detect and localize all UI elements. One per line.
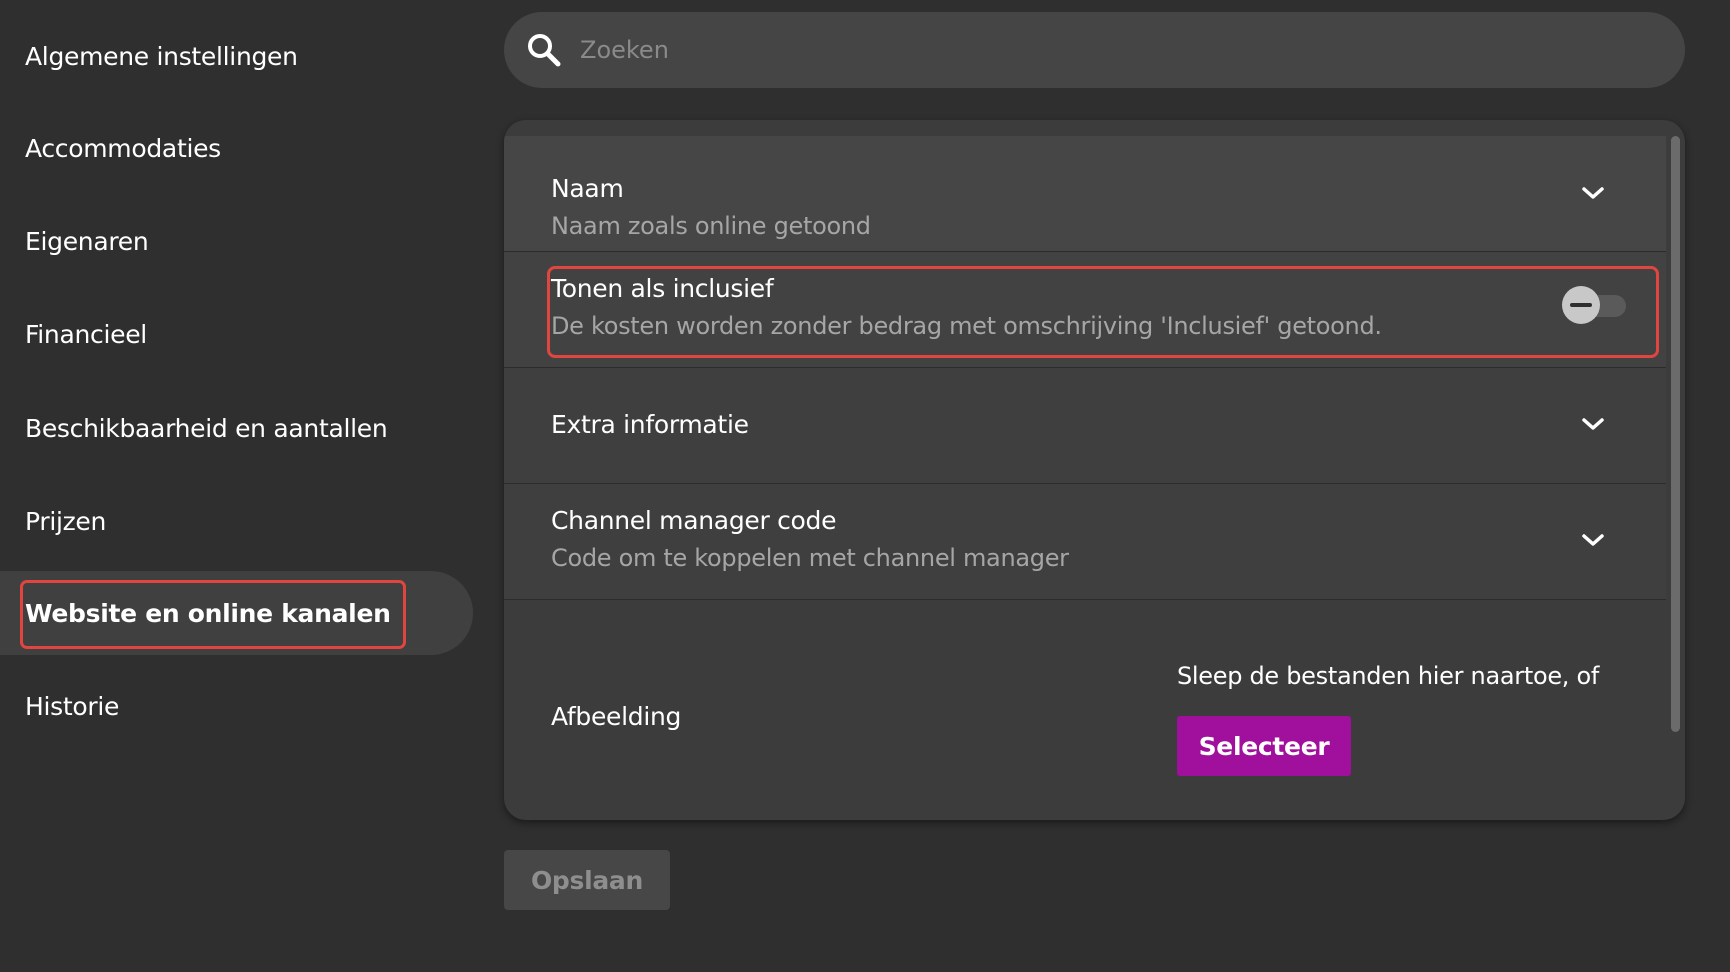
chevron-down-icon[interactable] bbox=[1578, 178, 1608, 208]
setting-row-extra-informatie[interactable]: Extra informatie bbox=[504, 368, 1666, 484]
sidebar-item-prijzen[interactable]: Prijzen bbox=[0, 479, 473, 563]
inclusive-toggle[interactable] bbox=[1562, 286, 1626, 324]
chevron-down-icon[interactable] bbox=[1578, 525, 1608, 555]
sidebar-item-historie[interactable]: Historie bbox=[0, 664, 473, 748]
search-input[interactable] bbox=[580, 20, 1685, 80]
row-subtitle: Naam zoals online getoond bbox=[551, 212, 871, 240]
sidebar-item-financieel[interactable]: Financieel bbox=[0, 292, 473, 376]
row-title: Extra informatie bbox=[551, 410, 749, 439]
sidebar-item-beschikbaarheid[interactable]: Beschikbaarheid en aantallen bbox=[0, 386, 473, 470]
scrollbar[interactable] bbox=[1671, 136, 1680, 732]
setting-row-afbeelding: Afbeelding Sleep de bestanden hier naart… bbox=[504, 600, 1666, 820]
app-root: Algemene instellingen Accommodaties Eige… bbox=[0, 0, 1730, 972]
sidebar-item-label: Financieel bbox=[25, 319, 147, 349]
row-subtitle: De kosten worden zonder bedrag met omsch… bbox=[551, 312, 1382, 340]
sidebar-item-eigenaren[interactable]: Eigenaren bbox=[0, 199, 473, 283]
sidebar-item-algemene-instellingen[interactable]: Algemene instellingen bbox=[0, 14, 473, 98]
sidebar-item-label: Prijzen bbox=[25, 506, 107, 536]
search-bar bbox=[504, 12, 1685, 88]
setting-row-naam[interactable]: Naam Naam zoals online getoond bbox=[504, 136, 1666, 252]
sidebar-item-website-en-online-kanalen[interactable]: Website en online kanalen bbox=[0, 571, 473, 655]
upload-hint: Sleep de bestanden hier naartoe, of bbox=[1177, 662, 1599, 690]
save-button[interactable]: Opslaan bbox=[504, 850, 670, 910]
search-icon[interactable] bbox=[522, 28, 566, 72]
row-subtitle: Code om te koppelen met channel manager bbox=[551, 544, 1069, 572]
row-title: Naam bbox=[551, 174, 624, 203]
sidebar-item-label: Algemene instellingen bbox=[25, 41, 298, 71]
row-title: Afbeelding bbox=[551, 702, 682, 731]
sidebar: Algemene instellingen Accommodaties Eige… bbox=[0, 0, 480, 972]
sidebar-item-label: Website en online kanalen bbox=[25, 598, 391, 628]
select-file-button[interactable]: Selecteer bbox=[1177, 716, 1351, 776]
minus-icon bbox=[1570, 303, 1592, 307]
sidebar-item-label: Accommodaties bbox=[25, 133, 221, 163]
setting-row-channel-manager-code[interactable]: Channel manager code Code om te koppelen… bbox=[504, 484, 1666, 600]
row-title: Channel manager code bbox=[551, 506, 837, 535]
settings-panel: Naam Naam zoals online getoond Tonen als… bbox=[504, 120, 1685, 820]
sidebar-item-label: Historie bbox=[25, 691, 120, 721]
row-title: Tonen als inclusief bbox=[551, 274, 774, 303]
toggle-knob bbox=[1562, 286, 1600, 324]
sidebar-item-label: Beschikbaarheid en aantallen bbox=[25, 413, 388, 443]
sidebar-item-accommodaties[interactable]: Accommodaties bbox=[0, 106, 473, 190]
sidebar-item-label: Eigenaren bbox=[25, 226, 149, 256]
chevron-down-icon[interactable] bbox=[1578, 409, 1608, 439]
setting-row-tonen-als-inclusief: Tonen als inclusief De kosten worden zon… bbox=[504, 252, 1666, 368]
